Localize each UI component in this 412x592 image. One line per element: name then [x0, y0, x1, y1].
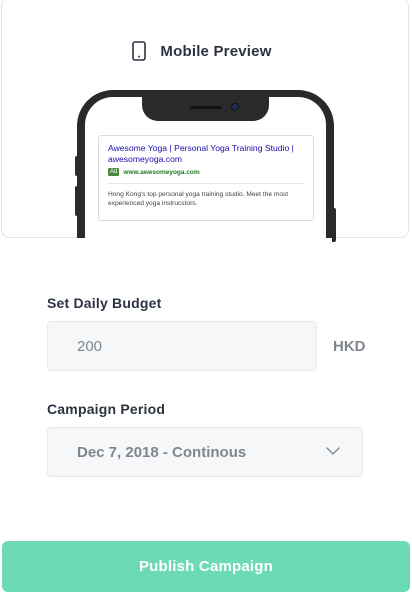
ad-description: Hong Kong's top personal yoga training s… [108, 191, 289, 207]
ad-divider [108, 183, 304, 184]
period-value: Dec 7, 2018 - Continous [77, 444, 247, 461]
ad-badge: Ad [108, 168, 120, 176]
ad-preview: Awesome Yoga | Personal Yoga Training St… [98, 135, 314, 221]
daily-budget-input[interactable] [47, 321, 317, 371]
ad-url-row: Ad www.awesomeyoga.com [108, 168, 304, 176]
speaker-icon [190, 106, 222, 109]
budget-label: Set Daily Budget [47, 295, 162, 311]
phone-clip: Awesome Yoga | Personal Yoga Training St… [0, 0, 412, 238]
ad-headline: Awesome Yoga | Personal Yoga Training St… [108, 143, 294, 164]
phone-notch [142, 97, 269, 121]
camera-icon [232, 104, 238, 110]
campaign-period-select[interactable]: Dec 7, 2018 - Continous [47, 427, 363, 477]
chevron-down-icon [326, 447, 340, 455]
currency-label: HKD [333, 338, 366, 355]
publish-campaign-page: Mobile Preview Awesome Yoga | Personal Y… [0, 0, 412, 592]
ad-display-url: www.awesomeyoga.com [123, 168, 200, 176]
publish-campaign-button[interactable]: Publish Campaign [2, 541, 410, 592]
period-label: Campaign Period [47, 401, 166, 417]
